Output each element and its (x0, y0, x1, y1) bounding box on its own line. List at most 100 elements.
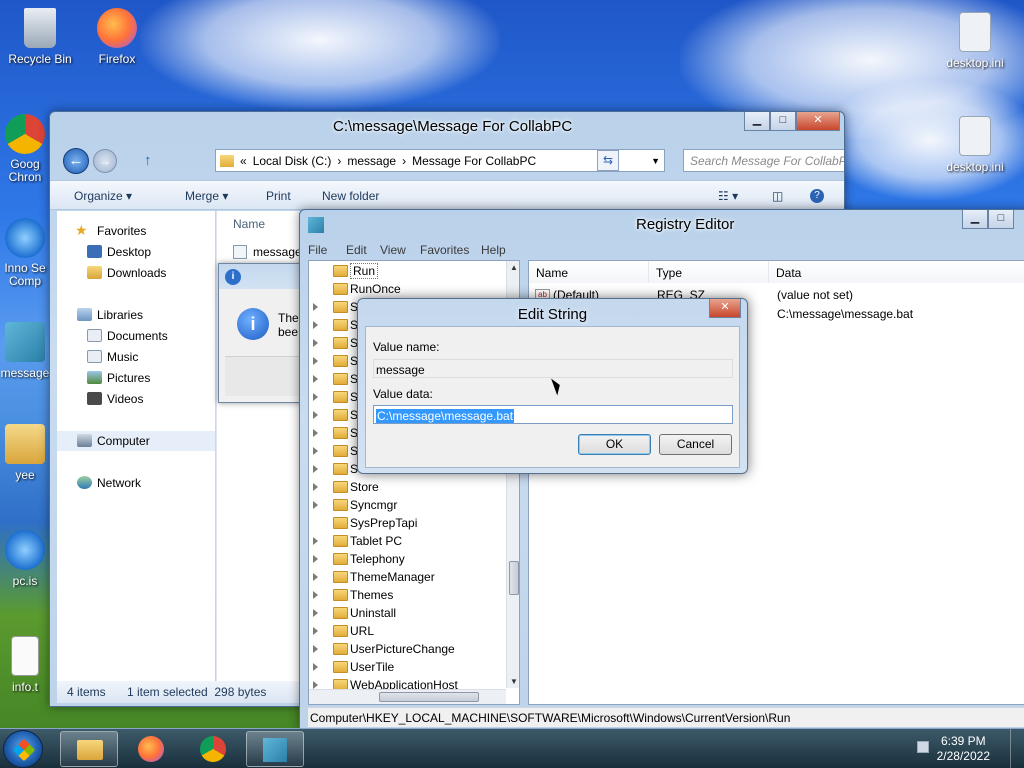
nav-downloads[interactable]: Downloads (57, 263, 215, 283)
value-name-label: Value name: (373, 340, 440, 354)
file-icon (233, 245, 247, 259)
taskbar-chrome[interactable] (184, 731, 242, 767)
edit-string-dialog[interactable]: Edit String ✕ Value name: message Value … (357, 298, 748, 474)
tree-item-uninstall[interactable]: Uninstall (309, 604, 509, 622)
tree-item-run[interactable]: Run (309, 262, 509, 280)
tree-item-usertile[interactable]: UserTile (309, 658, 509, 676)
documents-icon (87, 329, 102, 342)
tree-item-store[interactable]: Store (309, 478, 509, 496)
firefox-desktop-icon[interactable]: Firefox (78, 8, 156, 66)
nav-libraries[interactable]: Libraries (57, 305, 215, 325)
menu-view[interactable]: View (380, 243, 406, 257)
nav-videos[interactable]: Videos (57, 389, 215, 409)
tree-item-syspreptapi[interactable]: SysPrepTapi (309, 514, 509, 532)
nav-computer[interactable]: Computer (57, 431, 215, 451)
nav-music[interactable]: Music (57, 347, 215, 367)
minimize-button[interactable]: ▁ (744, 112, 770, 131)
tree-item-userpicturechange[interactable]: UserPictureChange (309, 640, 509, 658)
help-icon[interactable]: ? (810, 189, 824, 203)
column-header-name[interactable]: Name (233, 217, 265, 231)
yee-desktop-icon[interactable]: yee (0, 424, 54, 482)
tree-item-url[interactable]: URL (309, 622, 509, 640)
folder-icon (333, 319, 348, 331)
star-icon: ★ (75, 222, 88, 238)
tree-item-thememanager[interactable]: ThemeManager (309, 568, 509, 586)
message-desktop-icon[interactable]: message (0, 322, 54, 380)
folder-icon (333, 427, 348, 439)
breadcrumb-local-disk[interactable]: Local Disk (C:) (253, 154, 332, 168)
preview-pane-icon[interactable]: ◫ (772, 189, 783, 203)
tree-item-telephony[interactable]: Telephony (309, 550, 509, 568)
column-header-data[interactable]: Data (769, 261, 1024, 283)
ok-button[interactable]: OK (578, 434, 651, 455)
taskbar-explorer[interactable] (60, 731, 118, 767)
folder-icon (5, 424, 45, 464)
clock[interactable]: 6:39 PM 2/28/2022 (937, 734, 990, 764)
registry-icon (5, 322, 45, 362)
scrollbar-thumb[interactable] (379, 692, 479, 702)
start-button[interactable] (3, 730, 43, 768)
taskbar-regedit[interactable] (246, 731, 304, 767)
menu-help[interactable]: Help (481, 243, 506, 257)
chrome-icon (5, 114, 45, 154)
search-input[interactable]: Search Message For CollabPC (683, 149, 844, 172)
scrollbar-thumb[interactable] (509, 561, 519, 595)
desktop-ini-icon[interactable]: desktop.ini (936, 116, 1014, 174)
network-icon (77, 476, 92, 489)
folder-icon (333, 589, 348, 601)
nav-documents[interactable]: Documents (57, 326, 215, 346)
ie-icon (5, 530, 45, 570)
tree-horizontal-scrollbar[interactable] (309, 689, 506, 704)
up-arrow-icon[interactable]: ↑ (144, 152, 152, 169)
tree-item[interactable]: RunOnce (309, 280, 509, 298)
close-button[interactable]: ✕ (796, 112, 840, 131)
breadcrumb-message[interactable]: message (347, 154, 396, 168)
column-header-type[interactable]: Type (649, 261, 769, 283)
menu-favorites[interactable]: Favorites (420, 243, 469, 257)
nav-pictures[interactable]: Pictures (57, 368, 215, 388)
pc-iss-desktop-icon[interactable]: pc.is (0, 530, 54, 588)
new-folder-button[interactable]: New folder (322, 189, 379, 203)
print-button[interactable]: Print (266, 189, 291, 203)
scroll-up-icon[interactable]: ▲ (510, 263, 518, 272)
merge-button[interactable]: Merge ▾ (185, 189, 228, 203)
tree-item-themes[interactable]: Themes (309, 586, 509, 604)
cancel-button[interactable]: Cancel (659, 434, 732, 455)
folder-icon (333, 499, 348, 511)
nav-desktop[interactable]: Desktop (57, 242, 215, 262)
nav-network[interactable]: Network (57, 473, 215, 493)
registry-path-status: Computer\HKEY_LOCAL_MACHINE\SOFTWARE\Mic… (308, 707, 1024, 727)
menu-edit[interactable]: Edit (346, 243, 367, 257)
breadcrumb-message-for-collabpc[interactable]: Message For CollabPC (412, 154, 536, 168)
maximize-button[interactable]: □ (770, 112, 796, 131)
minimize-button[interactable]: ▁ (962, 210, 988, 229)
tree-item-tablet-pc[interactable]: Tablet PC (309, 532, 509, 550)
info-txt-desktop-icon[interactable]: info.t (0, 636, 54, 694)
tree-item-syncmgr[interactable]: Syncmgr (309, 496, 509, 514)
nav-favorites[interactable]: ★ Favorites (57, 221, 215, 241)
column-header-name[interactable]: Name (529, 261, 649, 283)
taskbar-firefox[interactable] (122, 731, 180, 767)
refresh-button[interactable]: ⇆ (597, 150, 619, 171)
network-tray-icon[interactable] (917, 741, 929, 753)
desktop-ini-icon[interactable]: desktop.ini (936, 12, 1014, 70)
close-button[interactable]: ✕ (709, 299, 741, 318)
organize-button[interactable]: Organize ▾ (74, 189, 132, 203)
recycle-bin-icon[interactable]: Recycle Bin (1, 8, 79, 66)
pictures-icon (87, 371, 102, 384)
menu-file[interactable]: File (308, 243, 327, 257)
show-desktop-button[interactable] (1010, 729, 1024, 768)
folder-icon (333, 481, 348, 493)
back-button[interactable]: ← (63, 148, 89, 174)
maximize-button[interactable]: □ (988, 210, 1014, 229)
value-data-input[interactable]: C:\message\message.bat (373, 405, 733, 424)
folder-icon (333, 301, 348, 313)
chevron-down-icon[interactable]: ▼ (651, 156, 660, 166)
scroll-down-icon[interactable]: ▼ (510, 677, 518, 686)
view-options-icon[interactable]: ☷ ▾ (718, 189, 738, 203)
forward-button[interactable]: → (93, 149, 117, 173)
folder-icon (333, 391, 348, 403)
chrome-desktop-icon[interactable]: Goog Chron (0, 114, 54, 184)
inno-setup-desktop-icon[interactable]: Inno Se Comp (0, 218, 54, 288)
desktop-icon (87, 245, 102, 258)
